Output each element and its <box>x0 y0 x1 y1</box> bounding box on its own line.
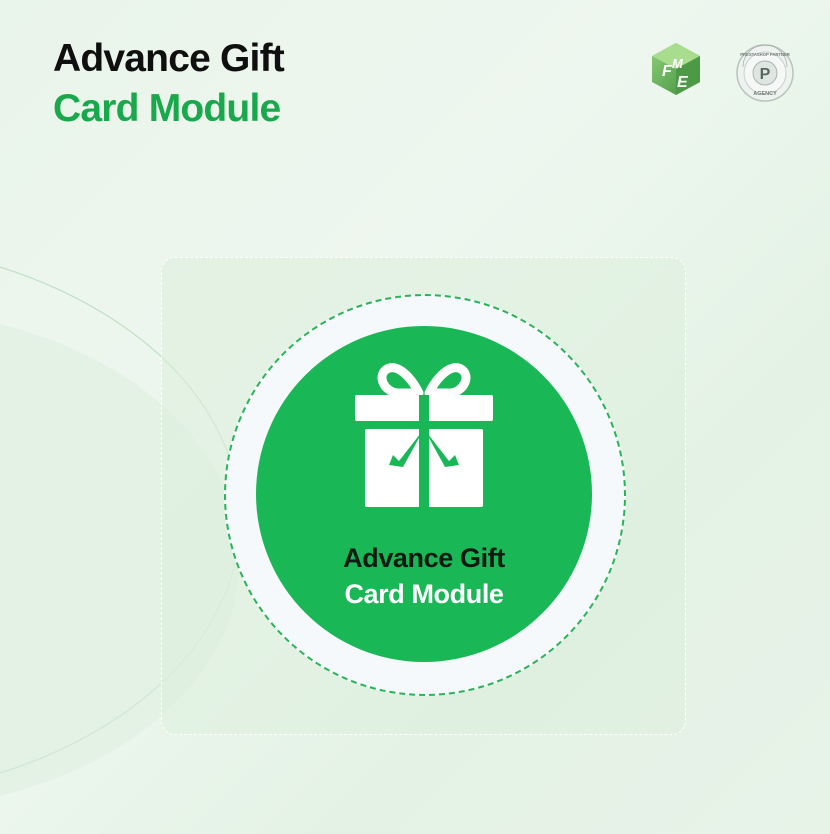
badge-caption-line-1: Advance Gift <box>343 543 505 573</box>
svg-text:E: E <box>677 74 689 91</box>
svg-text:M: M <box>672 56 684 71</box>
title-line-2: Card Module <box>53 87 281 130</box>
svg-text:AGENCY: AGENCY <box>753 91 777 97</box>
promo-canvas: Advance Gift Card Module F M E P PRESTAS… <box>0 0 830 834</box>
svg-text:P: P <box>760 66 771 83</box>
svg-text:PRESTASHOP PARTNER: PRESTASHOP PARTNER <box>740 52 790 57</box>
badge-caption-line-2: Card Module <box>344 579 504 609</box>
gift-box-icon <box>355 363 493 507</box>
fme-logo-icon: F M E <box>652 43 700 95</box>
badge-caption: Advance Gift Card Module <box>256 540 592 612</box>
prestashop-partner-badge-icon: P PRESTASHOP PARTNER AGENCY <box>736 44 794 102</box>
title-line-1: Advance Gift <box>53 37 285 80</box>
page-title: Advance Gift Card Module <box>53 34 285 134</box>
